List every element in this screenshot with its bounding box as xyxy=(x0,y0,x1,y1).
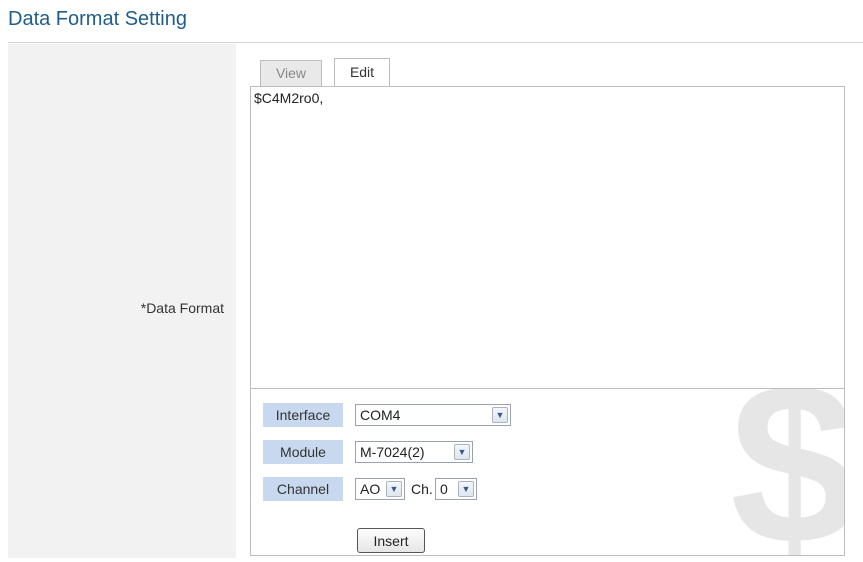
module-value: M-7024(2) xyxy=(360,444,425,460)
title-divider xyxy=(8,42,863,43)
insert-button[interactable]: Insert xyxy=(357,528,425,553)
chevron-down-icon: ▼ xyxy=(458,481,474,497)
tab-edit[interactable]: Edit xyxy=(334,58,390,87)
insert-panel: $ Interface COM4 ▼ Module M-7024(2) ▼ Ch… xyxy=(250,388,845,556)
ch-label: Ch. xyxy=(411,481,433,497)
label-column: *Data Format xyxy=(8,44,236,558)
interface-select[interactable]: COM4 ▼ xyxy=(355,404,511,426)
dollar-icon: $ xyxy=(730,389,844,555)
module-label: Module xyxy=(263,440,343,464)
channel-number-select[interactable]: 0 ▼ xyxy=(435,478,477,500)
chevron-down-icon: ▼ xyxy=(386,481,402,497)
content-column: View Edit $C4M2ro0, $ Interface COM4 ▼ M… xyxy=(236,44,863,558)
interface-value: COM4 xyxy=(360,407,401,423)
data-format-text: $C4M2ro0, xyxy=(254,90,324,106)
chevron-down-icon: ▼ xyxy=(454,444,470,460)
channel-label: Channel xyxy=(263,477,343,501)
interface-label: Interface xyxy=(263,403,343,427)
data-format-textarea[interactable]: $C4M2ro0, xyxy=(250,86,845,389)
channel-number-value: 0 xyxy=(440,481,448,497)
chevron-down-icon: ▼ xyxy=(492,407,508,423)
channel-type-value: AO xyxy=(360,481,381,497)
data-format-label: *Data Format xyxy=(140,300,224,316)
module-select[interactable]: M-7024(2) ▼ xyxy=(355,441,473,463)
page-title: Data Format Setting xyxy=(8,8,187,30)
channel-type-select[interactable]: AO ▼ xyxy=(355,478,405,500)
tab-view[interactable]: View xyxy=(260,60,322,86)
